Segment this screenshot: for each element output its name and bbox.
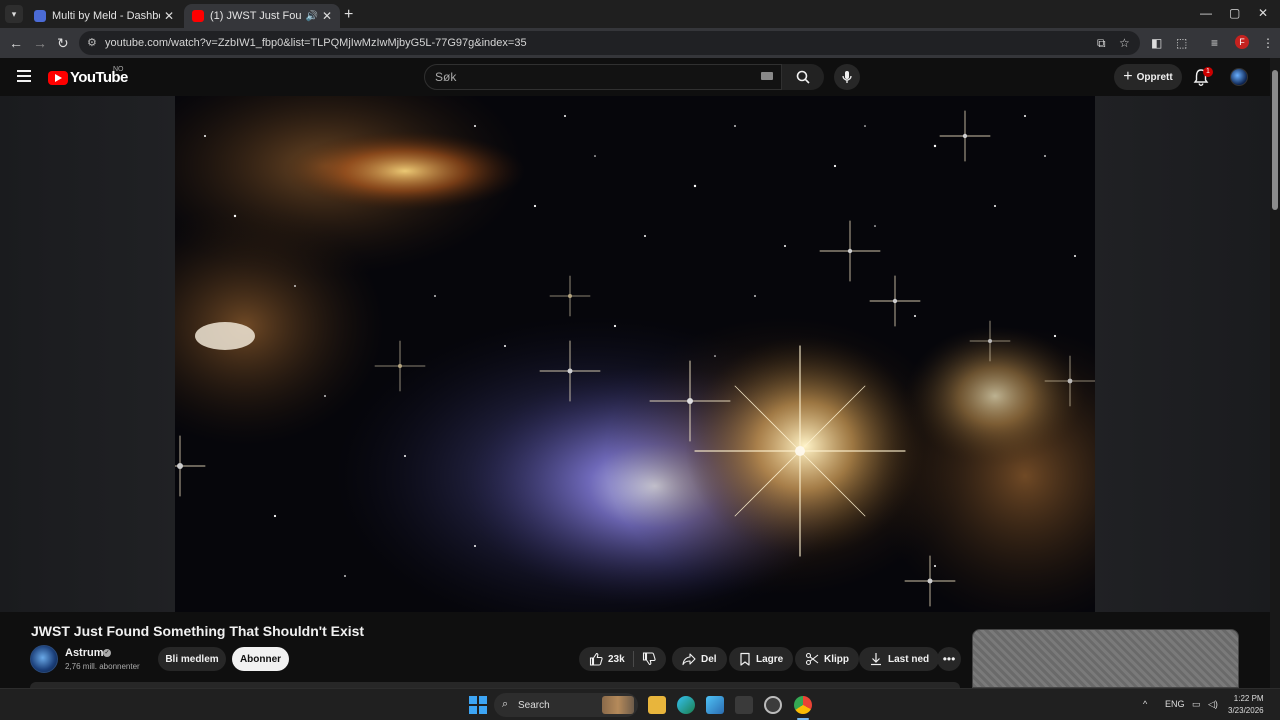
scrollbar-thumb[interactable] xyxy=(1272,70,1278,210)
close-tab-icon[interactable]: ✕ xyxy=(322,9,332,23)
browser-tab-strip: ▾ Multi by Meld - Dashboard. ✕ (1) JWST … xyxy=(0,0,1280,28)
maximize-button[interactable]: ▢ xyxy=(1229,6,1240,20)
address-bar[interactable]: ⚙ youtube.com/watch?v=ZzbIW1_fbp0&list=T… xyxy=(79,31,1140,55)
file-explorer-icon[interactable] xyxy=(648,696,666,714)
clock-date: 3/23/2026 xyxy=(1228,706,1264,715)
subscriber-count: 2,76 mill. abonnenter xyxy=(65,662,140,671)
guide-menu-icon[interactable] xyxy=(17,70,31,82)
create-button[interactable]: + Opprett xyxy=(1114,64,1182,90)
nebula-artwork xyxy=(175,96,1095,612)
close-tab-icon[interactable]: ✕ xyxy=(164,9,174,23)
forward-icon[interactable]: → xyxy=(33,35,47,51)
store-app-icon[interactable] xyxy=(706,696,724,714)
tab-meld-dashboard[interactable]: Multi by Meld - Dashboard. ✕ xyxy=(26,4,182,28)
save-label: Lagre xyxy=(756,653,784,665)
notification-count-badge: 1 xyxy=(1203,67,1213,77)
like-button[interactable]: 23k xyxy=(589,652,625,666)
install-app-icon[interactable]: ⧉ xyxy=(1097,36,1106,51)
search-icon xyxy=(796,70,810,84)
extension-icon[interactable]: ◧ xyxy=(1151,36,1162,50)
windows-start-icon[interactable] xyxy=(469,696,487,714)
chrome-menu-icon[interactable]: ⋮ xyxy=(1262,36,1274,50)
like-count: 23k xyxy=(608,653,625,665)
windows-taskbar: ⌕ Search ^ ENG ▭ ◁) 1:22 PM 3/23/2026 xyxy=(0,688,1280,720)
browser-toolbar: ← → ↻ ⚙ youtube.com/watch?v=ZzbIW1_fbp0&… xyxy=(0,28,1280,58)
up-next-card[interactable] xyxy=(972,629,1239,688)
input-language[interactable]: ENG xyxy=(1165,699,1185,709)
search-highlight-image xyxy=(602,696,634,714)
close-window-button[interactable]: ✕ xyxy=(1258,6,1268,20)
share-button[interactable]: Del xyxy=(672,647,727,671)
back-icon[interactable]: ← xyxy=(9,35,23,51)
network-icon[interactable]: ▭ xyxy=(1192,699,1201,710)
search-icon: ⌕ xyxy=(502,698,509,710)
search-input[interactable]: Søk xyxy=(424,64,782,90)
thumbs-down-icon xyxy=(642,652,656,666)
channel-name[interactable]: Astrum xyxy=(65,647,104,659)
microphone-icon xyxy=(842,71,852,83)
share-arrow-icon xyxy=(682,653,696,666)
region-code: NO xyxy=(113,66,124,73)
channel-avatar[interactable] xyxy=(30,645,58,673)
like-dislike-group: 23k xyxy=(579,647,666,671)
url-text: youtube.com/watch?v=ZzbIW1_fbp0&list=TLP… xyxy=(105,37,527,49)
volume-icon[interactable]: ◁) xyxy=(1208,699,1218,710)
verified-badge-icon: ✓ xyxy=(103,649,111,657)
profile-avatar[interactable]: F xyxy=(1235,35,1249,49)
video-frame-nebula-image[interactable] xyxy=(175,96,1095,612)
dislike-button[interactable] xyxy=(642,652,656,666)
page-scrollbar[interactable] xyxy=(1270,58,1280,688)
save-button[interactable]: Lagre xyxy=(729,647,794,671)
tab-title: (1) JWST Just Found Someti xyxy=(210,10,302,22)
plus-icon: + xyxy=(1123,68,1133,85)
extensions-puzzle-icon[interactable]: ⬚ xyxy=(1176,36,1187,50)
scissors-icon xyxy=(805,652,819,666)
edge-browser-icon[interactable] xyxy=(677,696,695,714)
search-placeholder: Søk xyxy=(435,70,457,84)
meld-favicon-icon xyxy=(34,10,46,22)
settings-app-icon[interactable] xyxy=(764,696,782,714)
bookmark-star-icon[interactable]: ☆ xyxy=(1119,36,1130,50)
account-avatar[interactable] xyxy=(1230,68,1248,86)
video-metadata: JWST Just Found Something That Shouldn't… xyxy=(0,612,1270,688)
new-tab-button[interactable]: + xyxy=(344,6,353,24)
tab-search-menu-button[interactable]: ▾ xyxy=(5,5,23,23)
media-controls-icon[interactable]: ≡ xyxy=(1211,36,1218,50)
youtube-masthead: YouTube NO Søk + Opprett 1 xyxy=(0,58,1270,96)
taskbar-clock[interactable]: 1:22 PM 3/23/2026 xyxy=(1228,693,1264,717)
snipping-tool-icon[interactable] xyxy=(735,696,753,714)
clock-time: 1:22 PM xyxy=(1233,694,1264,703)
thumbs-up-icon xyxy=(589,652,603,666)
create-label: Opprett xyxy=(1136,71,1173,83)
share-label: Del xyxy=(701,653,717,665)
subscribe-button[interactable]: Abonner xyxy=(232,647,289,671)
like-divider xyxy=(632,651,634,667)
tab-title: Multi by Meld - Dashboard. xyxy=(52,10,160,22)
download-button[interactable]: Last ned xyxy=(859,647,940,671)
bookmark-icon xyxy=(740,652,750,666)
search-button[interactable] xyxy=(782,64,824,90)
video-player[interactable] xyxy=(0,96,1270,612)
more-actions-button[interactable]: ••• xyxy=(937,647,961,671)
keyboard-icon[interactable] xyxy=(761,72,773,80)
youtube-play-icon xyxy=(48,70,68,85)
taskbar-search[interactable]: ⌕ Search xyxy=(494,693,638,717)
tab-youtube-video[interactable]: (1) JWST Just Found Someti 🔊 ✕ xyxy=(184,4,340,28)
join-button[interactable]: Bli medlem xyxy=(158,647,226,671)
taskbar-search-label: Search xyxy=(518,699,550,711)
chrome-taskbar-icon[interactable] xyxy=(794,696,812,714)
download-icon xyxy=(871,653,881,666)
clip-button[interactable]: Klipp xyxy=(795,647,859,671)
minimize-button[interactable]: — xyxy=(1200,6,1212,20)
youtube-logo[interactable]: YouTube NO xyxy=(48,66,128,86)
voice-search-button[interactable] xyxy=(834,64,860,90)
video-title: JWST Just Found Something That Shouldn't… xyxy=(31,623,365,639)
tray-overflow-chevron-icon[interactable]: ^ xyxy=(1143,699,1147,709)
site-info-icon[interactable]: ⚙ xyxy=(87,36,97,49)
clip-label: Klipp xyxy=(824,653,849,665)
youtube-favicon-icon xyxy=(192,10,204,22)
download-label: Last ned xyxy=(888,653,930,665)
reload-icon[interactable]: ↻ xyxy=(57,35,69,52)
audio-playing-icon[interactable]: 🔊 xyxy=(305,11,317,22)
